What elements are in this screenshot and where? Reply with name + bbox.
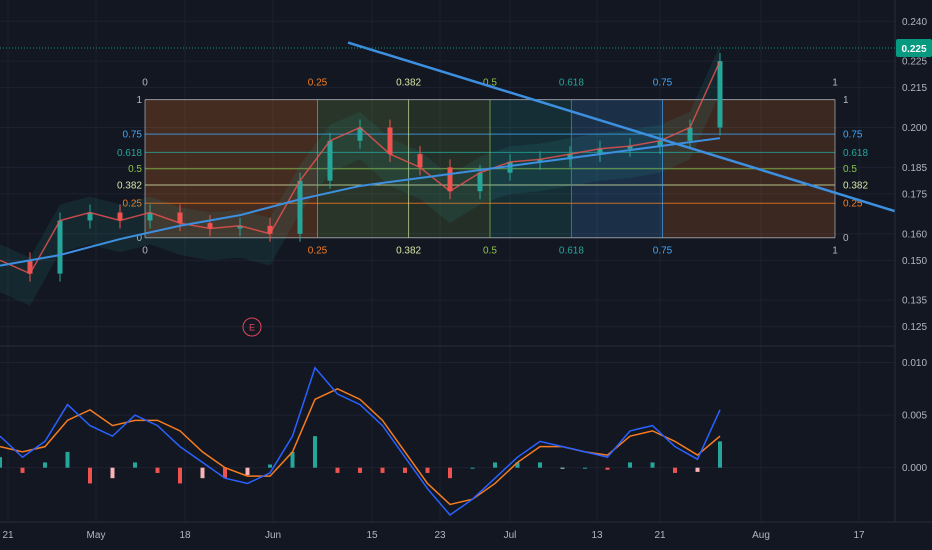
macd-histogram-bar	[268, 464, 272, 468]
macd-histogram-bar	[605, 467, 610, 470]
time-tick-label: 23	[434, 530, 446, 541]
macd-histogram-bar	[470, 467, 475, 469]
candle-body	[507, 162, 513, 173]
macd-histogram-bar	[335, 467, 340, 473]
macd-histogram-bar	[560, 467, 565, 469]
fib-price-label-right: 0.618	[843, 148, 868, 159]
macd-histogram-bar	[88, 467, 92, 484]
candle-body	[327, 140, 333, 181]
fib-time-label-bottom: 1	[832, 246, 838, 257]
macd-histogram-bar	[43, 462, 47, 468]
fib-price-label-left: 0.75	[123, 130, 143, 141]
fib-time-label-top: 0.75	[653, 78, 673, 89]
macd-histogram-bar	[403, 467, 407, 473]
candle-body	[417, 154, 423, 168]
fib-price-label-right: 0.75	[843, 130, 863, 141]
macd-histogram-bar	[380, 467, 385, 473]
time-tick-label: May	[87, 530, 106, 541]
candle-body	[57, 220, 63, 274]
price-tick-label: 0.135	[902, 296, 927, 307]
fib-time-label-bottom: 0.382	[396, 246, 421, 257]
time-tick-label: Aug	[752, 530, 770, 541]
macd-histogram-bar	[65, 451, 70, 468]
macd-histogram-bar	[718, 441, 722, 468]
fib-time-label-top: 1	[832, 78, 838, 89]
macd-histogram-bar	[493, 462, 497, 468]
candle-body	[447, 167, 453, 192]
trading-chart[interactable]: 1 10.75 0.750.618 0.6180.5 0.50.382 0.3820.25…	[0, 0, 932, 550]
time-tick-label: 21	[654, 530, 666, 541]
macd-histogram-bar	[178, 467, 182, 484]
macd-histogram-bar	[650, 462, 655, 468]
macd-histogram-bar	[448, 467, 452, 479]
earnings-marker-label: E	[249, 323, 255, 333]
macd-tick-label: 0.010	[902, 358, 927, 369]
fib-time-label-top: 0	[142, 78, 148, 89]
fib-time-label-top: 0.618	[559, 78, 584, 89]
macd-histogram-bar	[155, 467, 160, 473]
macd-histogram-bar	[628, 462, 632, 468]
fib-price-label-left: 0.382	[117, 180, 142, 191]
fib-price-label-left: 0.5	[128, 164, 142, 175]
candle-body	[297, 180, 303, 234]
macd-histogram-bar	[200, 467, 205, 479]
candle-body	[177, 212, 183, 224]
macd-histogram-bar	[0, 457, 2, 468]
fib-time-label-top: 0.25	[308, 78, 328, 89]
fib-price-label-right: 0.5	[843, 164, 857, 175]
time-tick-label: 17	[853, 530, 865, 541]
candle-body	[687, 127, 693, 141]
candle-body	[717, 61, 723, 128]
price-tick-label: 0.150	[902, 256, 927, 267]
price-tick-label: 0.225	[902, 57, 927, 68]
price-tick-label: 0.125	[902, 322, 927, 333]
macd-histogram-bar	[133, 462, 137, 468]
time-tick-label: 21	[2, 530, 14, 541]
fib-time-label-bottom: 0	[142, 246, 148, 257]
fib-time-label-bottom: 0.25	[308, 246, 328, 257]
time-tick-label: 18	[179, 530, 191, 541]
time-tick-label: 13	[591, 530, 603, 541]
macd-histogram-bar	[695, 467, 700, 472]
fib-price-label-left: 0.618	[117, 148, 142, 159]
fib-price-label-right: 1	[843, 95, 849, 106]
price-tick-label: 0.185	[902, 163, 927, 174]
price-tick-label: 0.240	[902, 17, 927, 28]
macd-histogram-bar	[425, 467, 430, 473]
time-tick-label: Jun	[265, 530, 281, 541]
price-tick-label: 0.200	[902, 123, 927, 134]
macd-histogram-bar	[358, 467, 362, 473]
macd-tick-label: 0.000	[902, 463, 927, 474]
fib-time-label-bottom: 0.618	[559, 246, 584, 257]
fib-price-label-right: 0	[843, 233, 849, 244]
fib-time-label-bottom: 0.5	[483, 246, 497, 257]
fib-time-label-top: 0.382	[396, 78, 421, 89]
price-tick-label: 0.215	[902, 83, 927, 94]
current-price-label: 0.225	[901, 44, 926, 55]
macd-histogram-bar	[245, 467, 250, 476]
macd-histogram-bar	[583, 467, 587, 469]
candle-body	[477, 172, 483, 192]
macd-histogram-bar	[673, 467, 677, 473]
macd-histogram-bar	[313, 436, 317, 468]
time-tick-label: 15	[366, 530, 378, 541]
fib-time-label-bottom: 0.75	[653, 246, 673, 257]
candle-body	[387, 127, 393, 155]
price-tick-label: 0.175	[902, 189, 927, 200]
price-tick-label: 0.160	[902, 229, 927, 240]
macd-histogram-bar	[20, 467, 25, 473]
fib-price-label-right: 0.382	[843, 180, 868, 191]
macd-histogram-bar	[538, 462, 542, 468]
macd-tick-label: 0.005	[902, 411, 927, 422]
time-tick-label: Jul	[504, 530, 517, 541]
fib-price-label-left: 1	[136, 95, 142, 106]
macd-histogram-bar	[110, 467, 115, 479]
